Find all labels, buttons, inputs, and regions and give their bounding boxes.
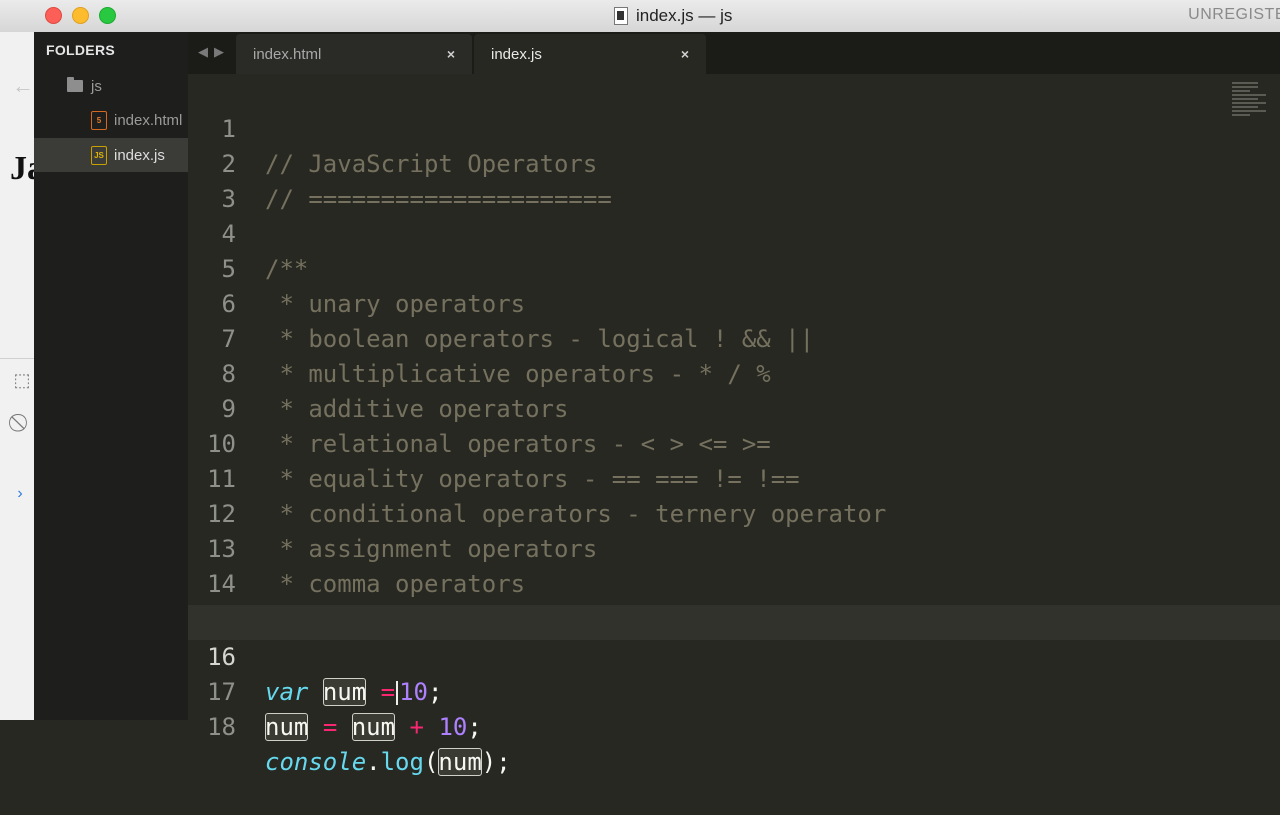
tab-bar: ◀▶ index.html × index.js × <box>188 32 1280 74</box>
code-line[interactable]: 8 * additive operators <box>188 322 1280 423</box>
divider <box>0 358 34 359</box>
code-line[interactable]: 3 <box>188 147 1280 213</box>
tab-index-js[interactable]: index.js × <box>474 34 706 74</box>
identifier-token: num <box>265 713 309 741</box>
sidebar-item-index-js[interactable]: JS index.js <box>34 138 188 172</box>
code-line[interactable]: 5 * unary operators <box>188 217 1280 318</box>
code-line[interactable]: 14 */ <box>188 532 1280 633</box>
document-icon <box>614 7 628 25</box>
close-window-button[interactable] <box>45 7 62 24</box>
title-bar: index.js — js UNREGISTE <box>0 0 1280 33</box>
code-line[interactable]: 11 * conditional operators - ternery ope… <box>188 427 1280 528</box>
tab-label: index.html <box>253 45 322 63</box>
sidebar-item-label: js <box>91 77 102 95</box>
punctuation-token: . <box>366 748 381 776</box>
chevron-right-icon[interactable]: › <box>10 484 30 504</box>
code-line[interactable]: 13 * comma operators <box>188 497 1280 598</box>
number-token: 10 <box>438 713 468 741</box>
back-arrow-icon: ← <box>12 73 34 98</box>
tab-nav-arrows-icon[interactable]: ◀▶ <box>198 44 230 60</box>
sidebar-item-js-folder[interactable]: js <box>34 69 188 103</box>
object-token: console <box>265 748 367 776</box>
sidebar-item-label: index.html <box>114 111 183 129</box>
code-line[interactable]: 10 * equality operators - == === != !== <box>188 392 1280 493</box>
code-line[interactable]: 15 <box>188 567 1280 633</box>
window-title-text: index.js — js <box>636 6 733 25</box>
folders-header: FOLDERS <box>46 42 115 58</box>
code-line[interactable]: 4 /** <box>188 182 1280 283</box>
tab-index-html[interactable]: index.html × <box>236 34 472 74</box>
line-number: 18 <box>207 713 236 741</box>
code-line[interactable]: 6 * boolean operators - logical ! && || <box>188 252 1280 353</box>
identifier-token: num <box>351 713 396 741</box>
window-title: index.js — js <box>614 5 732 27</box>
line-code: num = num + 10; <box>265 710 482 745</box>
sidebar-item-label: index.js <box>114 146 165 164</box>
js-file-icon: JS <box>91 145 107 165</box>
code-line[interactable]: 17 num = num + 10; <box>188 640 1280 741</box>
operator-token: = <box>322 713 338 741</box>
code-editor[interactable]: 1 // JavaScript Operators 2 // =========… <box>188 74 1280 776</box>
operator-token: + <box>409 713 424 741</box>
inspect-icon[interactable]: ⬚ <box>12 370 32 390</box>
sidebar: FOLDERS js 5 index.html JS index.js <box>34 32 188 720</box>
tab-label: index.js <box>491 45 542 63</box>
minimize-window-button[interactable] <box>72 7 89 24</box>
identifier-token: num <box>438 748 482 776</box>
code-line[interactable]: 1 // JavaScript Operators <box>188 77 1280 178</box>
code-line[interactable]: 18 console.log(num); <box>188 675 1280 776</box>
punctuation-token: ; <box>467 713 482 741</box>
html-file-icon: 5 <box>91 110 107 130</box>
code-line[interactable]: 7 * multiplicative operators - * / % <box>188 287 1280 388</box>
code-line[interactable]: 9 * relational operators - < > <= >= <box>188 357 1280 458</box>
punctuation-token: ( <box>423 748 439 776</box>
punctuation-token: ); <box>481 748 511 776</box>
line-code: console.log(num); <box>265 745 511 780</box>
block-icon[interactable]: ⃠ <box>12 412 32 432</box>
sidebar-item-index-html[interactable]: 5 index.html <box>34 103 188 137</box>
close-tab-icon[interactable]: × <box>444 46 458 62</box>
code-line[interactable]: 2 // ===================== <box>188 112 1280 213</box>
code-line[interactable]: 12 * assignment operators <box>188 462 1280 563</box>
unregistered-label: UNREGISTE <box>1188 6 1280 23</box>
close-tab-icon[interactable]: × <box>678 46 692 62</box>
method-token: log <box>380 748 424 776</box>
zoom-window-button[interactable] <box>99 7 116 24</box>
folder-icon <box>67 77 83 92</box>
background-window[interactable]: ← Ja ⬚ ⃠ › <box>0 32 44 720</box>
code-line-active[interactable]: 16 var num = 10; <box>188 605 1280 706</box>
